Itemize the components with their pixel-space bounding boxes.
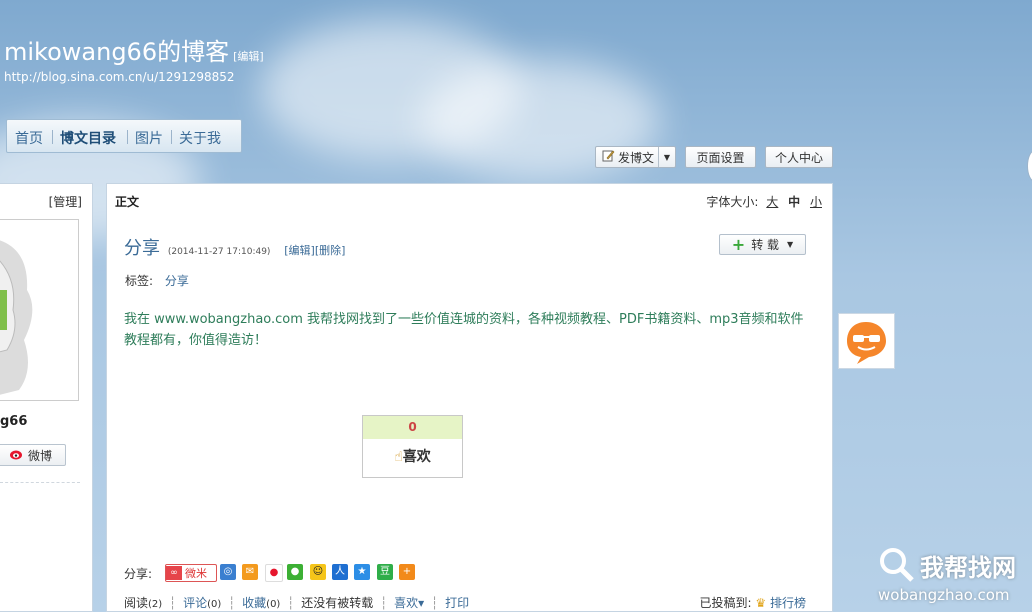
scroll-handle-partial[interactable]: [1027, 150, 1032, 182]
like-widget[interactable]: 0 ☝喜欢: [362, 415, 463, 478]
new-post-button[interactable]: 发博文 ▼: [595, 146, 676, 168]
blog-title-text: mikowang66的博客: [4, 38, 230, 66]
post-tags: 标签: 分享: [125, 272, 189, 289]
blog-nav: 首页 博文目录 图片 关于我: [6, 119, 242, 153]
like-button[interactable]: ☝喜欢: [363, 439, 462, 475]
post-footer: 阅读(2) ┆ 评论(0) ┆ 收藏(0) ┆ 还没有被转载 ┆ 喜欢▾ ┆ 打…: [124, 596, 470, 610]
weibo-icon: [9, 448, 24, 463]
blog-title: mikowang66的博客 [编辑]: [4, 32, 264, 67]
rank-link[interactable]: 排行榜: [770, 596, 806, 610]
section-title: 正文: [115, 195, 140, 209]
blog-url[interactable]: http://blog.sina.com.cn/u/1291298852: [4, 70, 235, 84]
comment-link[interactable]: 评论: [183, 596, 207, 610]
submitted-to-label: 已投稿到:: [699, 596, 752, 610]
watermark: 我帮找网 wobangzhao.com: [874, 542, 1032, 612]
share-weibo-icon[interactable]: ●: [265, 564, 283, 582]
share-more-icon[interactable]: +: [399, 564, 415, 580]
post-timestamp: (2014-11-27 17:10:49): [167, 247, 271, 257]
share-qzone-icon[interactable]: ◎: [220, 564, 236, 580]
share-star-icon[interactable]: ★: [354, 564, 370, 580]
edit-icon: [602, 149, 615, 165]
tag-link[interactable]: 分享: [165, 274, 189, 288]
read-count: (2): [148, 599, 163, 610]
like-dropdown[interactable]: 喜欢▾: [394, 596, 424, 610]
reprint-label: 转 载: [751, 238, 780, 252]
plus-icon: +: [731, 235, 746, 254]
chevron-down-icon[interactable]: ▼: [658, 147, 675, 167]
nav-item-photos[interactable]: 图片: [135, 128, 163, 148]
favorite-link[interactable]: 收藏: [242, 596, 266, 610]
share-weimi-button[interactable]: ∞ 微米: [165, 564, 217, 582]
share-label: 分享:: [124, 567, 153, 581]
left-sidebar: [管理] g66 微博: [0, 183, 93, 612]
weibo-label: 微博: [27, 448, 52, 463]
share-email-icon[interactable]: ✉: [242, 564, 258, 580]
submission-info: 已投稿到: ♛ 排行榜: [700, 594, 806, 611]
nav-divider: [52, 130, 53, 144]
comment-count: (0): [207, 599, 222, 610]
main-content: 正文 字体大小: 大 中 小 分享 (2014-11-27 17:10:49) …: [106, 183, 833, 612]
edit-post-link[interactable]: [编辑]: [284, 244, 315, 257]
page-settings-button[interactable]: 页面设置: [685, 146, 756, 168]
share-wechat-icon[interactable]: ●: [287, 564, 303, 580]
nav-item-articles[interactable]: 博文目录: [60, 128, 116, 148]
font-size-label: 字体大小:: [706, 195, 759, 209]
post-title: 分享: [124, 238, 160, 259]
nav-divider: [127, 130, 128, 144]
tags-label: 标签:: [125, 274, 154, 288]
personal-center-button[interactable]: 个人中心: [765, 146, 833, 168]
print-link[interactable]: 打印: [445, 596, 469, 610]
nav-item-home[interactable]: 首页: [15, 128, 43, 148]
like-label: 喜欢: [402, 449, 431, 465]
username: g66: [0, 414, 28, 429]
avatar[interactable]: [0, 219, 79, 401]
share-douban-icon[interactable]: 豆: [377, 564, 393, 580]
like-count: 0: [363, 416, 462, 439]
font-size-control: 字体大小: 大 中 小: [706, 193, 822, 210]
divider: [0, 482, 80, 483]
font-size-medium[interactable]: 中: [788, 195, 800, 209]
nav-item-about[interactable]: 关于我: [179, 128, 221, 148]
floating-chat-widget[interactable]: [838, 313, 895, 369]
weibo-button[interactable]: 微博: [0, 444, 66, 466]
cool-face-icon: [839, 322, 894, 371]
post-header: 分享 (2014-11-27 17:10:49) [编辑][删除]: [124, 234, 345, 260]
chevron-down-icon: ▼: [787, 240, 794, 249]
edit-title-link[interactable]: [编辑]: [233, 50, 264, 63]
share-renren-icon[interactable]: 人: [332, 564, 348, 580]
weimi-label: 微米: [185, 567, 207, 580]
share-qq-icon[interactable]: ☺: [310, 564, 326, 580]
font-size-large[interactable]: 大: [766, 195, 778, 209]
magnifier-icon: [878, 546, 916, 587]
read-label: 阅读: [124, 596, 149, 610]
watermark-domain: wobangzhao.com: [878, 586, 1010, 604]
font-size-small[interactable]: 小: [810, 195, 822, 209]
watermark-name: 我帮找网: [920, 554, 1016, 582]
weimi-icon: ∞: [166, 566, 182, 580]
thumbs-up-icon: ☝: [394, 449, 403, 465]
new-post-label: 发博文: [618, 150, 655, 165]
crown-icon: ♛: [755, 596, 767, 610]
nav-divider: [171, 130, 172, 144]
reprint-status: 还没有被转载: [301, 596, 374, 610]
post-body: 我在 www.wobangzhao.com 我帮找网找到了一些价值连城的资料，各…: [124, 312, 804, 348]
delete-post-link[interactable]: [删除]: [315, 244, 346, 257]
favorite-count: (0): [266, 599, 281, 610]
manage-link[interactable]: [管理]: [49, 193, 82, 210]
reprint-button[interactable]: + 转 载 ▼: [719, 234, 806, 255]
